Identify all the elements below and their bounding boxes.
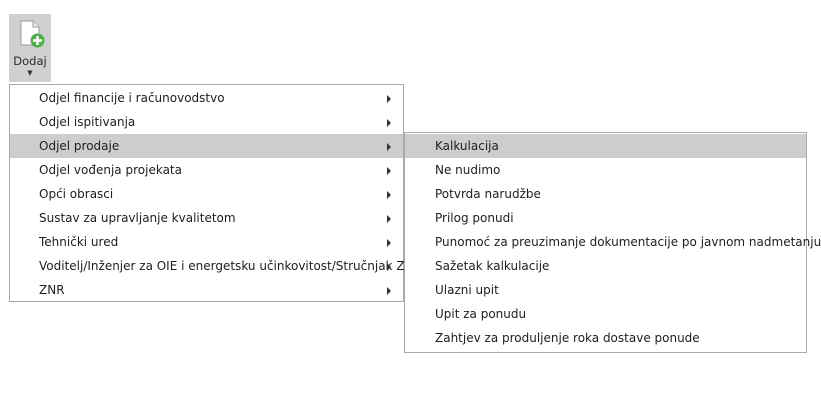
submenu-item-label: Upit za ponudu bbox=[435, 307, 527, 321]
menu-item-label: Odjel financije i računovodstvo bbox=[39, 91, 225, 105]
menu-item-label: Odjel vođenja projekata bbox=[39, 163, 182, 177]
chevron-right-icon bbox=[387, 263, 391, 271]
chevron-right-icon bbox=[387, 191, 391, 199]
chevron-right-icon bbox=[387, 95, 391, 103]
menu-item-znr[interactable]: ZNR bbox=[10, 278, 403, 302]
caret-down-icon[interactable]: ▼ bbox=[9, 69, 51, 77]
submenu-item-label: Sažetak kalkulacije bbox=[435, 259, 550, 273]
department-menu: Odjel financije i računovodstvo Odjel is… bbox=[9, 84, 422, 302]
chevron-right-icon bbox=[387, 119, 391, 127]
submenu-item-kalkulacija[interactable]: Kalkulacija bbox=[405, 134, 806, 158]
menu-item-label: Odjel prodaje bbox=[39, 139, 120, 153]
submenu-item-upit-za-ponudu[interactable]: Upit za ponudu bbox=[405, 302, 806, 326]
chevron-right-icon bbox=[387, 287, 391, 295]
chevron-right-icon bbox=[387, 167, 391, 175]
menu-item-label: ZNR bbox=[39, 283, 65, 297]
odjel-prodaje-submenu: Kalkulacija Ne nudimo Potvrda narudžbe P… bbox=[404, 132, 821, 353]
submenu-item-label: Prilog ponudi bbox=[435, 211, 514, 225]
submenu-item-ne-nudimo[interactable]: Ne nudimo bbox=[405, 158, 806, 182]
submenu-item-sazetak-kalkulacije[interactable]: Sažetak kalkulacije bbox=[405, 254, 806, 278]
submenu-item-zahtjev-produljenje[interactable]: Zahtjev za produljenje roka dostave ponu… bbox=[405, 326, 806, 350]
submenu-item-prilog-ponudi[interactable]: Prilog ponudi bbox=[405, 206, 806, 230]
submenu-item-label: Punomoć za preuzimanje dokumentacije po … bbox=[435, 235, 821, 249]
menu-item-odjel-financije[interactable]: Odjel financije i računovodstvo bbox=[10, 86, 403, 110]
menu-item-label: Odjel ispitivanja bbox=[39, 115, 136, 129]
chevron-right-icon bbox=[387, 215, 391, 223]
submenu-item-label: Ne nudimo bbox=[435, 163, 501, 177]
menu-item-opci-obrasci[interactable]: Opći obrasci bbox=[10, 182, 403, 206]
menu-item-voditelj-oie[interactable]: Voditelj/Inženjer za OIE i energetsku uč… bbox=[10, 254, 422, 278]
submenu-item-label: Zahtjev za produljenje roka dostave ponu… bbox=[435, 331, 700, 345]
menu-item-tehnicki-ured[interactable]: Tehnički ured bbox=[10, 230, 403, 254]
menu-item-odjel-prodaje[interactable]: Odjel prodaje bbox=[10, 134, 403, 158]
menu-item-label: Opći obrasci bbox=[39, 187, 114, 201]
chevron-right-icon bbox=[387, 143, 391, 151]
add-button[interactable]: Dodaj ▼ bbox=[9, 14, 51, 82]
chevron-right-icon bbox=[387, 239, 391, 247]
add-button-label: Dodaj bbox=[13, 54, 47, 68]
submenu-item-label: Ulazni upit bbox=[435, 283, 499, 297]
submenu-item-potvrda-narudzbe[interactable]: Potvrda narudžbe bbox=[405, 182, 806, 206]
menu-item-label: Tehnički ured bbox=[39, 235, 119, 249]
new-document-plus-icon bbox=[19, 20, 45, 48]
menu-item-odjel-vodenja-projekata[interactable]: Odjel vođenja projekata bbox=[10, 158, 403, 182]
menu-item-sustav-kvalitete[interactable]: Sustav za upravljanje kvalitetom bbox=[10, 206, 403, 230]
submenu-item-label: Potvrda narudžbe bbox=[435, 187, 541, 201]
submenu-item-punomoc[interactable]: Punomoć za preuzimanje dokumentacije po … bbox=[405, 230, 821, 254]
submenu-item-label: Kalkulacija bbox=[435, 139, 499, 153]
menu-item-label: Sustav za upravljanje kvalitetom bbox=[39, 211, 236, 225]
menu-item-odjel-ispitivanja[interactable]: Odjel ispitivanja bbox=[10, 110, 403, 134]
submenu-item-ulazni-upit[interactable]: Ulazni upit bbox=[405, 278, 806, 302]
menu-item-label: Voditelj/Inženjer za OIE i energetsku uč… bbox=[39, 259, 422, 273]
